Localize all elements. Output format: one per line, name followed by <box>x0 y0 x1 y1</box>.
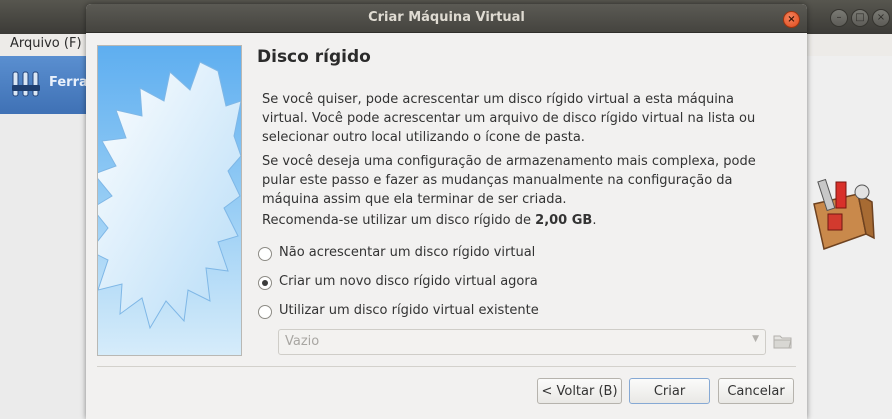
create-button[interactable]: Criar <box>629 378 710 404</box>
toolbox-illustration <box>813 178 875 250</box>
recommend-prefix: Recomenda-se utilizar um disco rígido de <box>262 213 536 228</box>
existing-disk-select: Vazio ▼ <box>278 329 766 355</box>
chevron-down-icon: ▼ <box>752 334 759 344</box>
tools-item[interactable]: Ferra <box>0 56 90 114</box>
close-icon[interactable]: × <box>872 9 890 27</box>
existing-disk-select-value: Vazio <box>285 334 320 349</box>
tools-icon <box>12 71 40 97</box>
wizard-side-image <box>97 45 242 356</box>
radio-create-new-disk-label[interactable]: Criar um novo disco rígido virtual agora <box>279 274 538 289</box>
page-title: Disco rígido <box>257 47 371 67</box>
maximize-icon[interactable]: □ <box>851 9 869 27</box>
recommend-suffix: . <box>592 213 597 228</box>
radio-no-disk-label[interactable]: Não acrescentar um disco rígido virtual <box>279 245 535 260</box>
description-paragraph-2: Se você deseja uma configuração de armaz… <box>262 154 756 207</box>
radio-use-existing-disk-label[interactable]: Utilizar um disco rígido virtual existen… <box>279 303 539 318</box>
main-right-pane <box>806 56 892 419</box>
recommend-size: 2,00 GB <box>535 213 593 228</box>
dialog-title: Criar Máquina Virtual <box>368 10 525 25</box>
dialog-close-icon[interactable]: × <box>783 11 800 28</box>
button-separator <box>97 366 796 367</box>
radio-use-existing-disk-button[interactable] <box>258 305 272 319</box>
cancel-button[interactable]: Cancelar <box>718 378 794 404</box>
choose-disk-file-button <box>772 331 794 351</box>
back-button[interactable]: < Voltar (B) <box>537 378 622 404</box>
tools-label: Ferra <box>49 75 88 90</box>
dialog-titlebar: Criar Máquina Virtual × <box>86 4 807 33</box>
star-seal-illustration <box>98 61 241 330</box>
radio-no-disk-button[interactable] <box>258 247 272 261</box>
minimize-icon[interactable]: – <box>830 9 848 27</box>
radio-create-new-disk-button[interactable] <box>258 276 272 290</box>
create-vm-dialog: Criar Máquina Virtual × Disco rígido Se … <box>86 4 807 419</box>
folder-icon <box>773 335 792 349</box>
recommendation-text: Recomenda-se utilizar um disco rígido de… <box>262 213 596 228</box>
description-paragraph-1: Se você quiser, pode acrescentar um disc… <box>262 92 756 145</box>
menu-arquivo[interactable]: Arquivo (F) <box>10 36 82 51</box>
